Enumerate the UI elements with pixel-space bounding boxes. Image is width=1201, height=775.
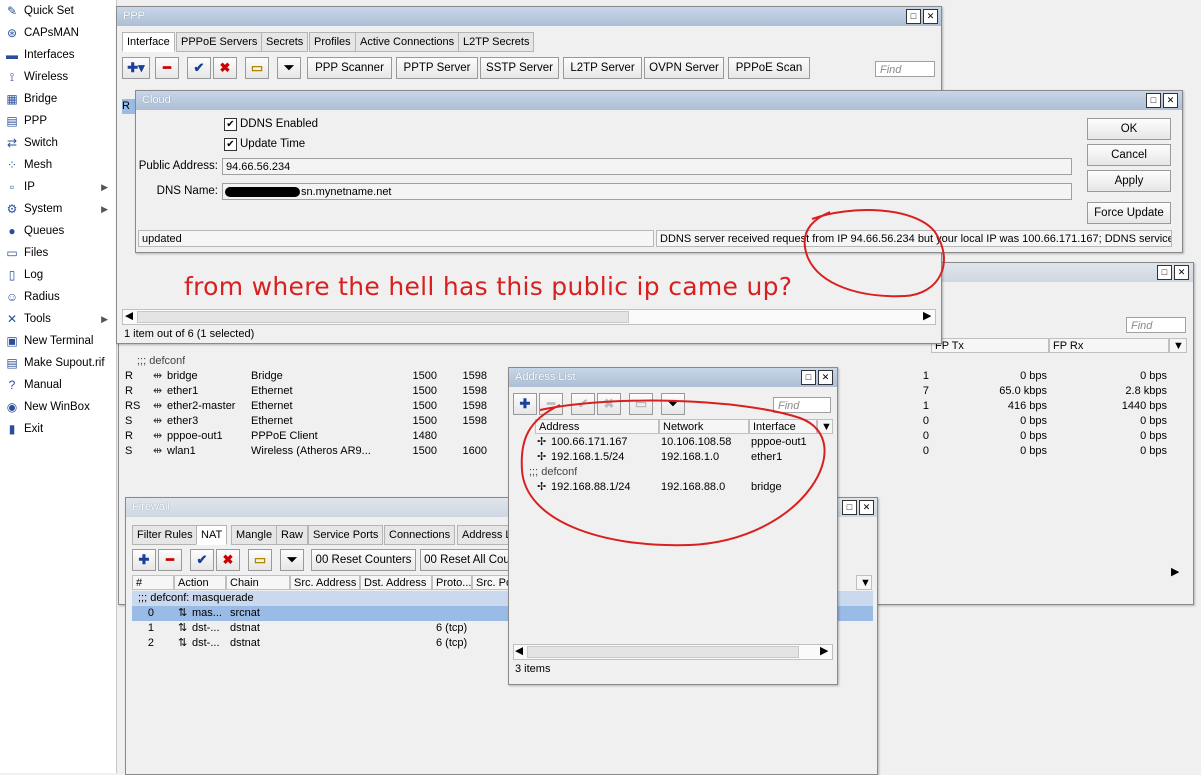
circle-around-address-list: [520, 399, 826, 547]
circle-around-status-ip: [803, 209, 945, 298]
annotation-circle-ip: [520, 209, 945, 547]
